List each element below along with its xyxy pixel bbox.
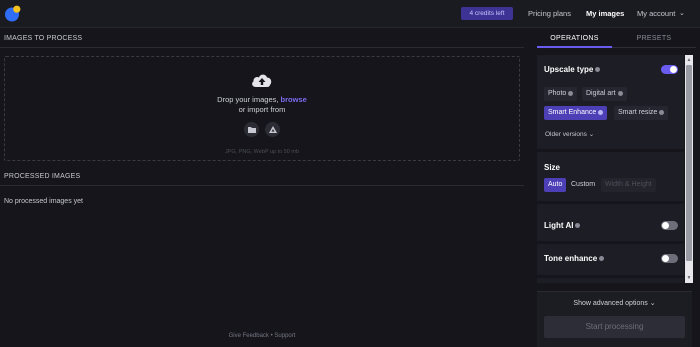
processed-images-title: PROCESSED IMAGES — [4, 173, 81, 180]
size-auto[interactable]: Auto — [544, 178, 567, 192]
light-ai-title: Light AI — [544, 221, 581, 230]
info-icon — [617, 90, 623, 96]
option-photo[interactable]: Photo — [544, 87, 578, 101]
option-digital-art-label: Digital art — [586, 90, 616, 97]
footer-separator: • — [270, 333, 273, 339]
operations-panel: Upscale type Photo Digital art Smart Enh… — [537, 55, 684, 283]
size-title: Size — [544, 163, 561, 172]
file-type-hint: JPG, PNG, WebP up to 50 mb — [224, 149, 300, 155]
info-icon[interactable] — [575, 223, 581, 229]
scroll-down-arrow[interactable]: ▼ — [685, 274, 693, 282]
card-separator — [537, 201, 684, 204]
light-ai-label: Light AI — [544, 221, 574, 230]
upscale-type-toggle[interactable] — [661, 65, 678, 74]
info-icon[interactable] — [599, 256, 605, 262]
scroll-thumb[interactable] — [686, 65, 692, 261]
footer: Give Feedback • Support — [0, 333, 524, 339]
size-width-height: Width & Height — [601, 178, 656, 192]
option-smart-enhance-label: Smart Enhance — [548, 109, 597, 116]
card-separator — [537, 149, 684, 152]
tone-enhance-toggle[interactable] — [661, 254, 678, 263]
folder-icon — [247, 127, 256, 133]
option-photo-label: Photo — [548, 90, 567, 97]
older-versions-label: Older versions — [545, 131, 587, 138]
import-google-drive-button[interactable] — [265, 122, 280, 137]
option-smart-resize-label: Smart resize — [618, 109, 658, 116]
drop-text: Drop your images, — [217, 95, 279, 104]
divider — [0, 185, 524, 186]
size-custom[interactable]: Custom — [567, 178, 599, 192]
toggle-knob — [662, 222, 669, 229]
tab-divider — [612, 47, 696, 48]
cloud-upload-icon — [252, 74, 272, 87]
upscale-type-label: Upscale type — [544, 65, 594, 74]
chevron-down-icon: ⌄ — [649, 300, 656, 307]
tone-enhance-title: Tone enhance — [544, 254, 605, 263]
card-separator — [537, 275, 684, 278]
chevron-down-icon[interactable]: ⌄ — [679, 9, 685, 17]
card-separator — [537, 241, 684, 244]
tone-enhance-label: Tone enhance — [544, 254, 598, 263]
import-text: or import from — [238, 105, 286, 114]
tab-presets[interactable]: PRESETS — [612, 35, 696, 42]
show-advanced-options[interactable]: Show advanced options ⌄ — [537, 299, 692, 307]
empty-state-text: No processed images yet — [4, 198, 83, 205]
chevron-down-icon: ⌄ — [588, 131, 595, 138]
older-versions-dropdown[interactable]: Older versions ⌄ — [545, 130, 594, 138]
tab-operations[interactable]: OPERATIONS — [537, 35, 612, 42]
logo-icon[interactable] — [4, 5, 21, 22]
images-to-process-title: IMAGES TO PROCESS — [4, 35, 83, 42]
toggle-knob — [662, 255, 669, 262]
info-icon — [659, 109, 665, 115]
action-panel: Show advanced options ⌄ Start processing — [537, 291, 692, 347]
panel-scrollbar[interactable]: ▲ ▼ — [685, 55, 693, 283]
upscale-type-title: Upscale type — [544, 65, 601, 74]
google-drive-icon — [268, 126, 277, 133]
start-processing-button[interactable]: Start processing — [544, 316, 685, 338]
credits-badge[interactable]: 4 credits left — [461, 7, 513, 20]
nav-my-images[interactable]: My images — [586, 9, 624, 18]
option-digital-art[interactable]: Digital art — [582, 87, 627, 101]
drop-instructions: Drop your images, browse — [0, 95, 524, 104]
give-feedback-link[interactable]: Give Feedback — [229, 333, 269, 339]
divider — [0, 47, 524, 48]
nav-pricing-plans[interactable]: Pricing plans — [528, 9, 571, 18]
option-smart-enhance[interactable]: Smart Enhance — [544, 106, 608, 120]
top-bar: 4 credits left Pricing plans My images M… — [0, 0, 700, 28]
option-smart-resize[interactable]: Smart resize — [614, 106, 669, 120]
info-icon[interactable] — [595, 67, 601, 73]
active-tab-indicator — [537, 46, 612, 48]
scroll-up-arrow[interactable]: ▲ — [685, 56, 693, 64]
import-folder-button[interactable] — [244, 122, 259, 137]
show-advanced-options-label: Show advanced options — [573, 300, 648, 307]
info-icon — [568, 90, 574, 96]
support-link[interactable]: Support — [274, 333, 295, 339]
browse-link[interactable]: browse — [281, 95, 307, 104]
info-icon — [598, 109, 604, 115]
light-ai-toggle[interactable] — [661, 221, 678, 230]
nav-my-account[interactable]: My account — [637, 9, 675, 18]
toggle-knob — [670, 66, 677, 73]
